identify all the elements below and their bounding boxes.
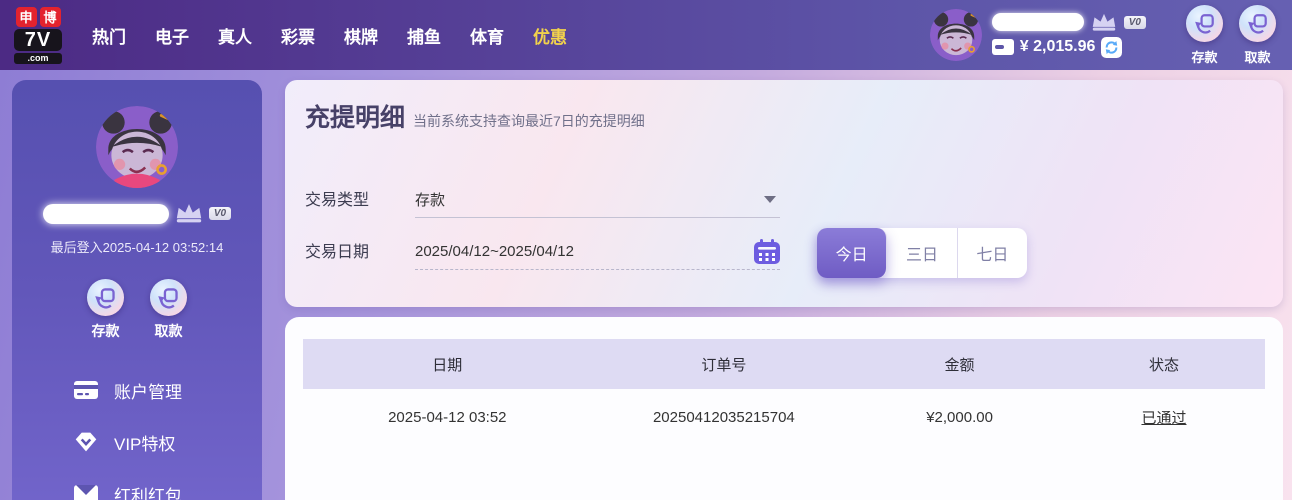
balance-amount: ¥ 2,015.96 — [1019, 38, 1096, 55]
column-header-status: 状态 — [1148, 356, 1179, 374]
nav-item-live[interactable]: 真人 — [218, 23, 252, 48]
filter-panel: 充提明细 当前系统支持查询最近7日的充提明细 交易类型 存款 交易日期 2025… — [285, 80, 1283, 307]
sidebar-item-vip[interactable]: VIP特权 — [74, 429, 262, 455]
page-subtitle: 当前系统支持查询最近7日的充提明细 — [413, 113, 645, 129]
topbar-quick-actions: 存款 取款 — [1186, 4, 1276, 66]
wallet-icon — [991, 39, 1014, 55]
sidebar-item-label: 红利红包 — [114, 486, 182, 500]
sidebar-item-label: VIP特权 — [114, 434, 176, 454]
row-order-number: 20250412035215704 — [652, 408, 795, 426]
column-header-amount: 金额 — [944, 356, 975, 374]
withdraw-icon — [150, 279, 187, 316]
sidebar-username-redacted — [42, 203, 169, 224]
red-packet-icon — [74, 484, 98, 500]
sidebar-userline: V0 — [12, 203, 262, 224]
withdraw-label: 取款 — [1244, 49, 1271, 65]
date-range-input[interactable]: 2025/04/12~2025/04/12 — [415, 234, 780, 270]
tab-today[interactable]: 今日 — [817, 228, 888, 278]
nav-item-lottery[interactable]: 彩票 — [281, 23, 315, 48]
user-avatar[interactable] — [929, 9, 982, 61]
transaction-type-select[interactable]: 存款 — [415, 182, 780, 218]
chevron-down-icon — [764, 196, 776, 203]
sidebar: V0 最后登入2025-04-12 03:52:14 存款 取款 账户管理 VI… — [12, 80, 262, 500]
table-row: 2025-04-12 03:52 20250412035215704 ¥2,00… — [303, 389, 1265, 445]
bank-card-icon — [74, 381, 98, 399]
nav-item-chess[interactable]: 棋牌 — [344, 23, 378, 48]
deposit-label: 存款 — [91, 323, 120, 339]
sidebar-item-account[interactable]: 账户管理 — [74, 377, 262, 403]
logo-brand: 7V — [14, 28, 62, 51]
sidebar-deposit-button[interactable]: 存款 — [87, 279, 124, 341]
sidebar-menu: 账户管理 VIP特权 红利红包 — [12, 377, 262, 500]
nav-item-slots[interactable]: 电子 — [155, 23, 189, 48]
username-redacted — [991, 13, 1084, 31]
nav-item-hot[interactable]: 热门 — [92, 23, 126, 48]
logo-suffix: .com — [14, 52, 62, 64]
tab-three-days[interactable]: 三日 — [887, 228, 958, 278]
records-panel: 日期 订单号 金额 状态 2025-04-12 03:52 2025041203… — [285, 317, 1283, 500]
sidebar-item-bonus[interactable]: 红利红包 — [74, 481, 262, 500]
deposit-label: 存款 — [1191, 49, 1218, 65]
transaction-date-label: 交易日期 — [305, 244, 370, 261]
table-header-row: 日期 订单号 金额 状态 — [303, 339, 1265, 389]
site-logo[interactable]: 申 博 7V .com — [14, 6, 62, 64]
deposit-icon — [1186, 4, 1223, 42]
transaction-type-label: 交易类型 — [305, 192, 370, 209]
transaction-type-value: 存款 — [415, 192, 446, 209]
withdraw-label: 取款 — [154, 323, 183, 339]
deposit-icon — [87, 279, 124, 316]
nav-item-promo[interactable]: 优惠 — [533, 23, 567, 48]
transaction-type-row: 交易类型 存款 — [305, 182, 780, 218]
vip-level-badge: V0 — [1123, 15, 1146, 29]
main-nav: 热门 电子 真人 彩票 棋牌 捕鱼 体育 优惠 — [92, 23, 567, 48]
nav-item-fishing[interactable]: 捕鱼 — [407, 23, 441, 48]
calendar-icon[interactable] — [754, 238, 780, 265]
last-login-text: 最后登入2025-04-12 03:52:14 — [50, 240, 224, 255]
page-title: 充提明细 — [305, 104, 406, 132]
sidebar-withdraw-button[interactable]: 取款 — [150, 279, 187, 341]
column-header-order: 订单号 — [701, 356, 747, 374]
records-table: 日期 订单号 金额 状态 2025-04-12 03:52 2025041203… — [303, 339, 1265, 445]
date-range-value: 2025/04/12~2025/04/12 — [415, 243, 574, 260]
crown-icon — [1092, 13, 1115, 31]
logo-tiles: 申 博 — [14, 6, 62, 27]
page-header: 充提明细 当前系统支持查询最近7日的充提明细 — [305, 98, 645, 134]
vip-level-badge: V0 — [208, 207, 232, 220]
sidebar-quick-actions: 存款 取款 — [12, 279, 262, 341]
refresh-balance-icon[interactable] — [1101, 36, 1123, 58]
sidebar-item-label: 账户管理 — [114, 382, 182, 402]
withdraw-button[interactable]: 取款 — [1239, 4, 1276, 66]
crown-icon — [176, 204, 202, 223]
user-cluster: V0 ¥ 2,015.96 存款 取款 — [929, 4, 1276, 66]
nav-item-sports[interactable]: 体育 — [470, 23, 504, 48]
row-amount: ¥2,000.00 — [926, 408, 993, 426]
logo-char-1: 申 — [15, 6, 37, 27]
vip-gem-icon — [74, 430, 98, 454]
tab-seven-days[interactable]: 七日 — [958, 228, 1027, 278]
deposit-button[interactable]: 存款 — [1186, 4, 1223, 66]
row-date: 2025-04-12 03:52 — [388, 408, 507, 426]
top-navigation-bar: 申 博 7V .com 热门 电子 真人 彩票 棋牌 捕鱼 体育 优惠 V0 ¥… — [0, 0, 1292, 70]
column-header-date: 日期 — [432, 356, 463, 374]
transaction-date-row: 交易日期 2025/04/12~2025/04/12 — [305, 234, 780, 270]
user-info: V0 ¥ 2,015.96 — [991, 13, 1146, 58]
date-range-tabs: 今日 三日 七日 — [817, 228, 1027, 278]
withdraw-icon — [1239, 4, 1276, 42]
sidebar-avatar — [96, 106, 178, 188]
logo-char-2: 博 — [39, 6, 61, 27]
status-link[interactable]: 已通过 — [1141, 410, 1186, 427]
